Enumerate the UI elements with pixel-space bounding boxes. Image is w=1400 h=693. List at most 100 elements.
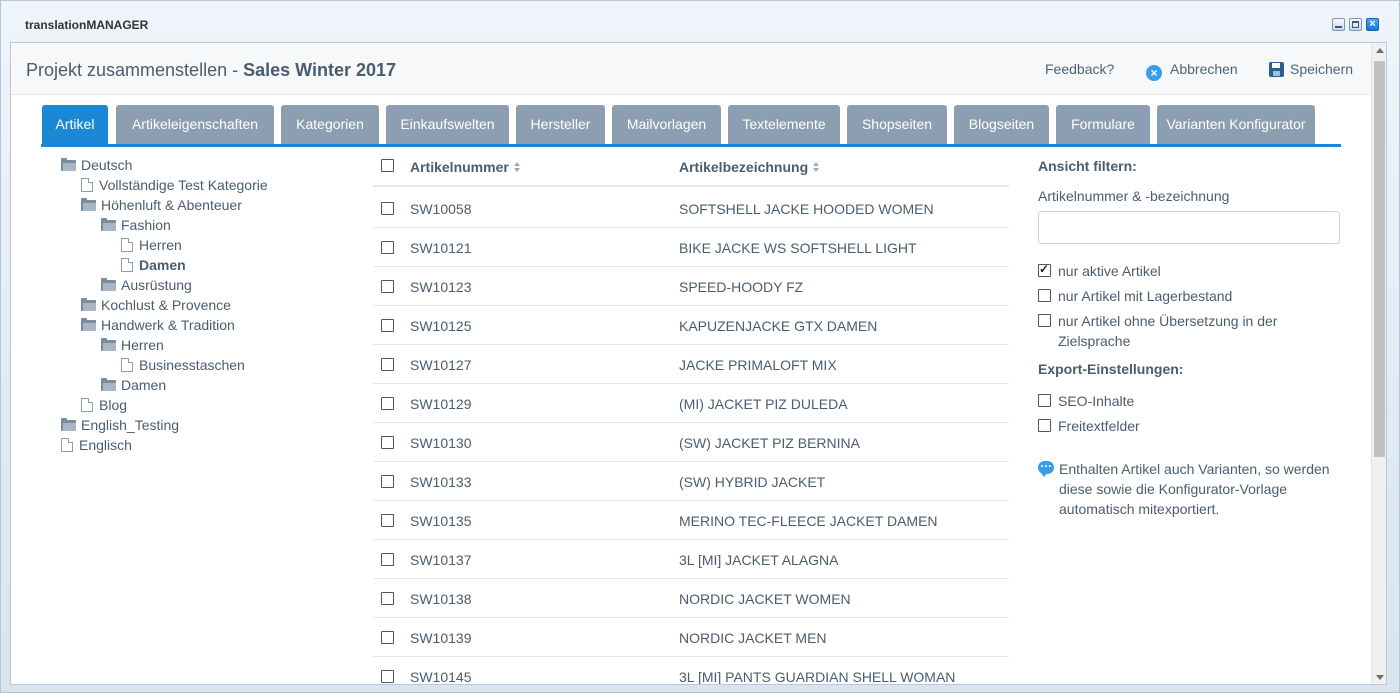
row-checkbox[interactable]: [381, 358, 394, 371]
cell-artikelbezeichnung: SPEED-HOODY FZ: [679, 279, 804, 295]
cell-artikelnummer: SW10135: [410, 513, 472, 529]
tree-node[interactable]: Damen: [101, 375, 166, 395]
tree-node[interactable]: Herren: [101, 335, 164, 355]
page-title-prefix: Projekt zusammenstellen -: [26, 60, 244, 80]
tree-node-deutsch[interactable]: Deutsch: [61, 155, 132, 175]
cell-artikelnummer: SW10058: [410, 201, 472, 217]
table-row[interactable]: SW10135 MERINO TEC-FLEECE JACKET DAMEN: [373, 501, 1009, 540]
tree-node[interactable]: Höhenluft & Abenteuer: [81, 195, 242, 215]
table-row[interactable]: SW10145 3L [MI] PANTS GUARDIAN SHELL WOMA…: [373, 657, 1009, 685]
table-row[interactable]: SW10121 BIKE JACKE WS SOFTSHELL LIGHT: [373, 228, 1009, 267]
window-titlebar[interactable]: translationMANAGER ×: [1, 1, 1399, 35]
tab-formulare[interactable]: Formulare: [1056, 105, 1150, 144]
table-row[interactable]: SW10139 NORDIC JACKET MEN: [373, 618, 1009, 657]
tree-node[interactable]: Businesstaschen: [121, 355, 245, 375]
column-artikelnummer[interactable]: Artikelnummer: [410, 159, 521, 175]
main-panel: Projekt zusammenstellen - Sales Winter 2…: [10, 42, 1387, 685]
table-row[interactable]: SW10125 KAPUZENJACKE GTX DAMEN: [373, 306, 1009, 345]
minimize-icon[interactable]: [1332, 18, 1345, 31]
tab-textelemente[interactable]: Textelemente: [728, 105, 840, 144]
row-checkbox[interactable]: [381, 631, 394, 644]
scroll-up-icon[interactable]: [1376, 48, 1384, 53]
save-button[interactable]: Speichern: [1269, 61, 1353, 77]
scroll-down-icon[interactable]: [1376, 675, 1384, 680]
tree-node[interactable]: Herren: [121, 235, 182, 255]
select-all-checkbox[interactable]: [381, 159, 394, 172]
table-row[interactable]: SW10127 JACKE PRIMALOFT MIX: [373, 345, 1009, 384]
search-label: Artikelnummer & -bezeichnung: [1038, 188, 1230, 204]
row-checkbox[interactable]: [381, 514, 394, 527]
table-row[interactable]: SW10137 3L [MI] JACKET ALAGNA: [373, 540, 1009, 579]
maximize-icon[interactable]: [1349, 18, 1362, 31]
tree-node[interactable]: Blog: [81, 395, 127, 415]
window-title: translationMANAGER: [25, 18, 149, 32]
tree-node[interactable]: Handwerk & Tradition: [81, 315, 235, 335]
row-checkbox[interactable]: [381, 436, 394, 449]
cell-artikelbezeichnung: (MI) JACKET PIZ DULEDA: [679, 396, 848, 412]
file-icon: [121, 358, 133, 372]
scrollbar-thumb[interactable]: [1374, 61, 1385, 457]
tab-einkaufswelten[interactable]: Einkaufswelten: [386, 105, 509, 144]
row-checkbox[interactable]: [381, 475, 394, 488]
table-row[interactable]: SW10133 (SW) HYBRID JACKET: [373, 462, 1009, 501]
close-icon[interactable]: ×: [1366, 18, 1379, 31]
cancel-button[interactable]: × Abbrechen: [1146, 61, 1238, 81]
table-row[interactable]: SW10130 (SW) JACKET PIZ BERNINA: [373, 423, 1009, 462]
tab-shopseiten[interactable]: Shopseiten: [847, 105, 947, 144]
tab-artikeleigenschaften[interactable]: Artikeleigenschaften: [116, 105, 274, 144]
table-row[interactable]: SW10123 SPEED-HOODY FZ: [373, 267, 1009, 306]
checkbox[interactable]: [1038, 314, 1051, 327]
tab-mailvorlagen[interactable]: Mailvorlagen: [612, 105, 721, 144]
row-checkbox[interactable]: [381, 592, 394, 605]
file-icon: [121, 258, 133, 272]
file-icon: [121, 238, 133, 252]
row-checkbox[interactable]: [381, 670, 394, 683]
checkbox[interactable]: [1038, 289, 1051, 302]
cell-artikelnummer: SW10138: [410, 591, 472, 607]
table-row[interactable]: SW10138 NORDIC JACKET WOMEN: [373, 579, 1009, 618]
info-text: Enthalten Artikel auch Varianten, so wer…: [1059, 461, 1330, 517]
checkbox[interactable]: [1038, 262, 1051, 277]
cell-artikelbezeichnung: BIKE JACKE WS SOFTSHELL LIGHT: [679, 240, 917, 256]
row-checkbox[interactable]: [381, 241, 394, 254]
tree-node[interactable]: Kochlust & Provence: [81, 295, 231, 315]
tree-node[interactable]: Fashion: [101, 215, 171, 235]
checkbox[interactable]: [1038, 419, 1051, 432]
row-checkbox[interactable]: [381, 397, 394, 410]
cell-artikelbezeichnung: NORDIC JACKET WOMEN: [679, 591, 851, 607]
folder-open-icon: [101, 218, 116, 231]
cell-artikelbezeichnung: 3L [MI] PANTS GUARDIAN SHELL WOMAN: [679, 669, 956, 685]
cell-artikelnummer: SW10123: [410, 279, 472, 295]
tab-artikel[interactable]: Artikel: [42, 105, 108, 144]
cell-artikelbezeichnung: (SW) HYBRID JACKET: [679, 474, 826, 490]
row-checkbox[interactable]: [381, 553, 394, 566]
file-icon: [81, 398, 93, 412]
tree-node[interactable]: Vollständige Test Kategorie: [81, 175, 268, 195]
tab-blogseiten[interactable]: Blogseiten: [954, 105, 1049, 144]
vertical-scrollbar[interactable]: [1371, 43, 1386, 684]
column-artikelbezeichnung[interactable]: Artikelbezeichnung: [679, 159, 820, 175]
tree-node[interactable]: Englisch: [61, 435, 132, 455]
tab-hersteller[interactable]: Hersteller: [516, 105, 605, 144]
folder-open-icon: [101, 338, 116, 351]
save-label: Speichern: [1290, 61, 1354, 77]
tree-node[interactable]: English_Testing: [61, 415, 179, 435]
row-checkbox[interactable]: [381, 202, 394, 215]
cell-artikelnummer: SW10121: [410, 240, 472, 256]
tree-node-selected[interactable]: Damen: [121, 255, 186, 275]
row-checkbox[interactable]: [381, 319, 394, 332]
checkbox[interactable]: [1038, 394, 1051, 407]
tree-node[interactable]: Ausrüstung: [101, 275, 192, 295]
search-input[interactable]: [1038, 211, 1340, 244]
folder-open-icon: [81, 318, 96, 331]
cancel-label: Abbrechen: [1170, 61, 1238, 77]
row-checkbox[interactable]: [381, 280, 394, 293]
table-row[interactable]: SW10058 SOFTSHELL JACKE HOODED WOMEN: [373, 189, 1009, 228]
cell-artikelbezeichnung: KAPUZENJACKE GTX DAMEN: [679, 318, 878, 334]
feedback-link[interactable]: Feedback?: [1045, 61, 1114, 77]
tab-kategorien[interactable]: Kategorien: [281, 105, 379, 144]
tab-varianten-konfigurator[interactable]: Varianten Konfigurator: [1157, 105, 1315, 144]
cell-artikelnummer: SW10127: [410, 357, 472, 373]
folder-open-icon: [81, 198, 96, 211]
table-row[interactable]: SW10129 (MI) JACKET PIZ DULEDA: [373, 384, 1009, 423]
